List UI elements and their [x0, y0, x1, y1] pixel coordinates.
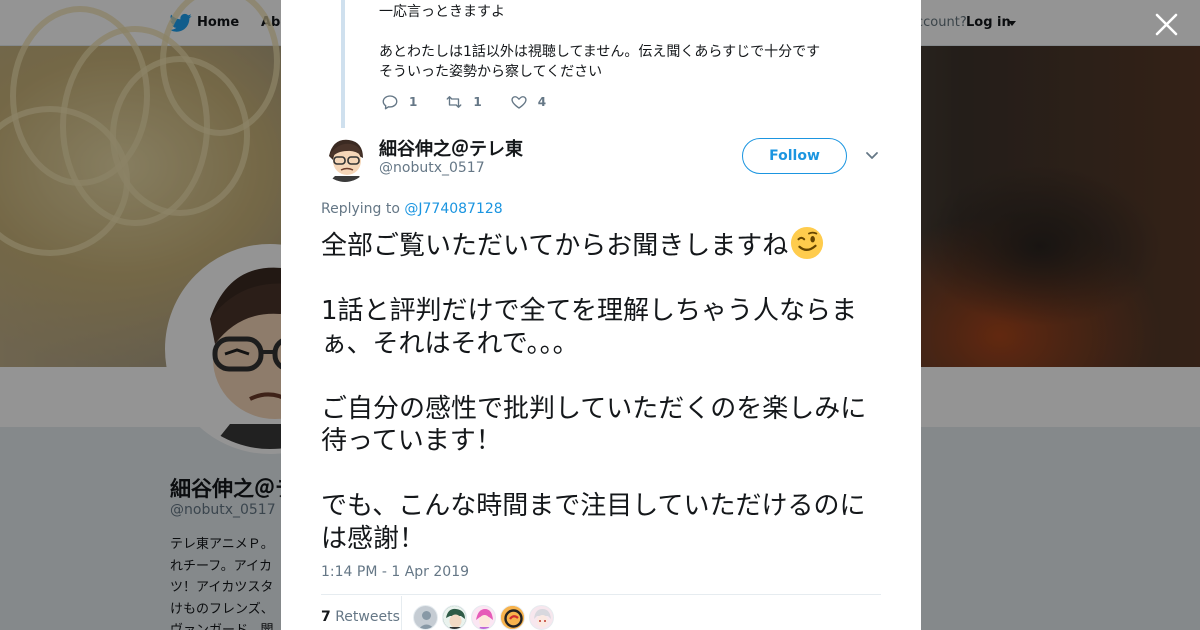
retweeter-avatar[interactable] [413, 605, 438, 630]
tweet-paragraph: ご自分の感性で批判していただくのを楽しみに待っています！ [321, 393, 867, 457]
tweet-paragraph: 全部ご覧いただいてからお聞きしますね [321, 226, 891, 263]
author-avatar-illustration [321, 134, 369, 182]
thread-connector-line [341, 0, 345, 128]
retweet-action[interactable]: 1 [445, 93, 482, 111]
tweet-paragraph: 1話と評判だけで全てを理解しちゃう人ならまぁ、それはそれで。。。 [321, 296, 858, 359]
reply-action[interactable]: 1 [381, 93, 417, 111]
author-avatar[interactable] [321, 134, 369, 182]
previous-tweet-text: 一応言っときますよ あとわたしは1話以外は視聴してません。伝え聞くあらすじで十分… [379, 4, 821, 80]
like-icon [511, 96, 527, 109]
wink-emoji-icon [791, 226, 824, 260]
chevron-down-icon[interactable] [865, 150, 879, 162]
retweet-stat-label: Retweets [335, 609, 400, 625]
default-avatar-icon [418, 611, 435, 629]
replying-to-handle-link[interactable]: @J774087128 [404, 201, 502, 217]
retweeter-avatar[interactable] [442, 605, 467, 630]
retweeter-avatars [413, 605, 558, 630]
stats-divider-line [321, 594, 881, 595]
retweet-stat-count: 7 [321, 609, 331, 625]
retweet-icon [446, 96, 462, 108]
stats-vertical-divider [401, 596, 402, 630]
tweet-text: 全部ご覧いただいてからお聞きしますね 1話と評判だけで全てを理解しちゃう人ならま… [321, 226, 891, 588]
retweeter-avatar[interactable] [500, 605, 525, 630]
reply-count: 1 [409, 95, 418, 109]
author-handle[interactable]: @nobutx_0517 [379, 160, 485, 176]
logo-avatar-icon [501, 606, 524, 629]
retweet-stat[interactable]: 7 Retweets [321, 609, 400, 625]
retweet-count: 1 [473, 95, 482, 109]
retweeter-avatar[interactable] [529, 605, 554, 630]
previous-tweet-actions: 1 1 4 [381, 92, 574, 112]
anime-avatar-icon [472, 606, 495, 629]
tweet-modal: 一応言っときますよ あとわたしは1話以外は視聴してません。伝え聞くあらすじで十分… [281, 0, 921, 630]
anime-avatar-icon [443, 606, 466, 629]
retweeter-avatar[interactable] [471, 605, 496, 630]
anime-avatar-icon [530, 606, 553, 629]
like-count: 4 [537, 95, 547, 109]
like-action[interactable]: 4 [510, 93, 546, 111]
tweet-timestamp[interactable]: 1:14 PM - 1 Apr 2019 [321, 564, 469, 580]
follow-button[interactable]: Follow [742, 138, 847, 174]
reply-icon [382, 95, 398, 110]
replying-to-line: Replying to @J774087128 [321, 201, 503, 217]
replying-to-prefix: Replying to [321, 201, 400, 217]
close-icon[interactable] [1154, 12, 1179, 37]
tweet-paragraph: でも、こんな時間まで注目していただけるのには感謝！ [321, 491, 866, 554]
author-name[interactable]: 細谷伸之＠テレ東 [379, 135, 523, 161]
tweet-paragraph-text: 全部ご覧いただいてからお聞きしますね [321, 231, 789, 261]
